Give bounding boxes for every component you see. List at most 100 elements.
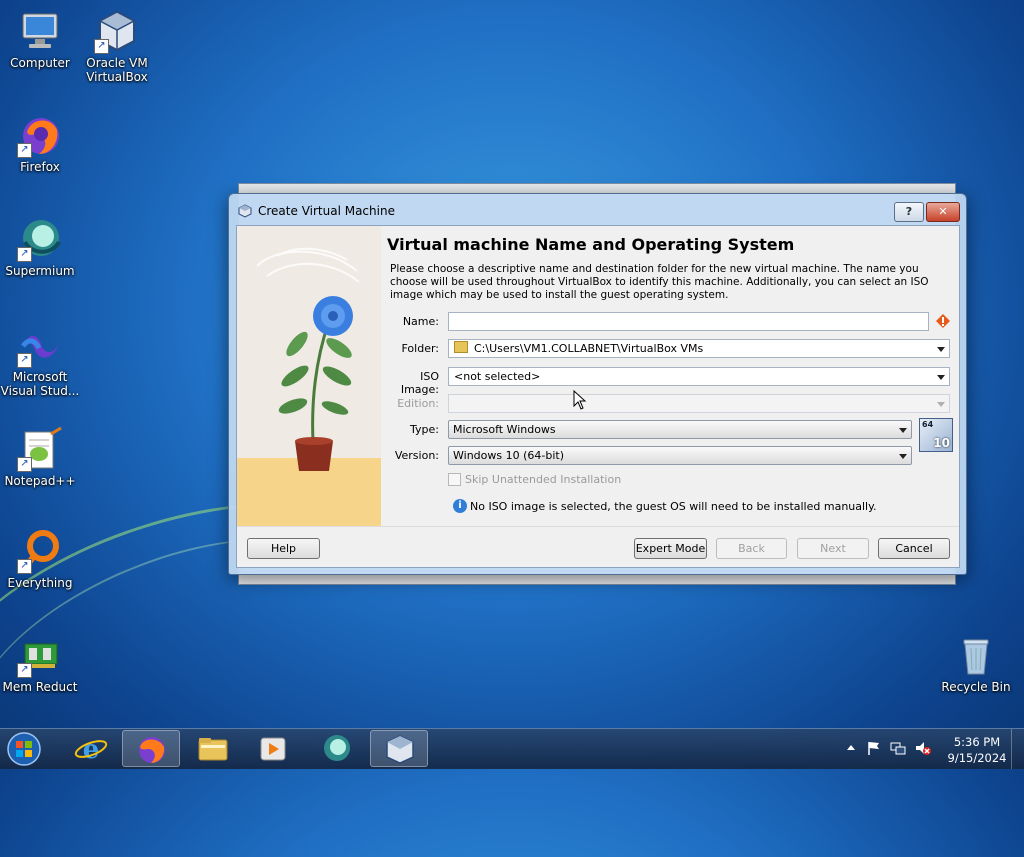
create-vm-dialog: Create Virtual Machine ? ✕ Virtual machi… (228, 193, 967, 575)
shortcut-arrow-icon: ↗ (17, 663, 32, 678)
cancel-button[interactable]: Cancel (878, 538, 950, 559)
chevron-down-icon (899, 428, 907, 433)
iso-value: <not selected> (454, 370, 541, 383)
desktop-icon-label: Mem Reduct (2, 680, 78, 694)
desktop-icon-label: Recycle Bin (941, 680, 1011, 694)
back-button[interactable]: Back (716, 538, 787, 559)
iso-image-combobox[interactable]: <not selected> (448, 367, 950, 386)
desktop-icon-label: Oracle VM VirtualBox (86, 56, 148, 84)
desktop-icon-firefox[interactable]: ↗ Firefox (0, 112, 80, 174)
chevron-down-icon (937, 375, 945, 380)
type-label: Type: (410, 423, 439, 436)
desktop-icon-label: Notepad++ (4, 474, 76, 488)
taskbar: e 5:36 PM 9/15/2024 (0, 728, 1024, 769)
os-badge-bits: 64 (922, 420, 934, 429)
recycle-bin-icon (953, 632, 999, 678)
desktop-icon-mem-reduct[interactable]: ↗ Mem Reduct (0, 632, 80, 694)
shortcut-arrow-icon: ↗ (94, 39, 109, 54)
version-label: Version: (394, 449, 439, 462)
info-message: No ISO image is selected, the guest OS w… (470, 500, 877, 513)
start-button[interactable] (4, 730, 44, 768)
wizard-content: Virtual machine Name and Operating Syste… (387, 226, 959, 526)
version-combobox[interactable]: Windows 10 (64-bit) (448, 446, 912, 465)
desktop-icon-label: Everything (7, 576, 73, 590)
desktop-icon-notepadpp[interactable]: ↗ Notepad++ (0, 426, 80, 488)
skip-unattended-label: Skip Unattended Installation (465, 473, 622, 486)
taskbar-virtualbox[interactable] (370, 730, 428, 767)
edition-combobox[interactable] (448, 394, 950, 413)
type-value: Microsoft Windows (453, 423, 556, 436)
notepadpp-icon: ↗ (17, 426, 63, 472)
desktop-icon-recycle-bin[interactable]: Recycle Bin (936, 632, 1016, 694)
version-value: Windows 10 (64-bit) (453, 449, 564, 462)
svg-text:e: e (83, 735, 100, 765)
supermium-icon (324, 735, 350, 761)
firefox-icon: ↗ (17, 112, 63, 158)
desktop-icon-label: Supermium (5, 264, 75, 278)
visual-studio-icon: ↗ (17, 322, 63, 368)
shortcut-arrow-icon: ↗ (17, 559, 32, 574)
chevron-up-icon[interactable] (846, 743, 856, 753)
windows-10-os-icon: 64 10 (919, 418, 953, 452)
flower-plant-icon (256, 247, 360, 471)
name-input[interactable] (448, 312, 929, 331)
dialog-button-bar: Help Expert Mode Back Next Cancel (237, 526, 959, 568)
help-button[interactable]: Help (247, 538, 320, 559)
type-combobox[interactable]: Microsoft Windows (448, 420, 912, 439)
expert-mode-button[interactable]: Expert Mode (634, 538, 707, 559)
volume-muted-icon[interactable] (914, 740, 932, 756)
system-tray: 5:36 PM 9/15/2024 (842, 729, 1024, 769)
internet-explorer-icon: e (74, 735, 108, 765)
dialog-titlebar[interactable]: Create Virtual Machine ? ✕ (229, 194, 966, 226)
page-heading: Virtual machine Name and Operating Syste… (387, 235, 795, 254)
shortcut-arrow-icon: ↗ (17, 143, 32, 158)
shortcut-arrow-icon: ↗ (17, 247, 32, 262)
desktop-icon-label: Firefox (20, 160, 60, 174)
media-player-icon (260, 737, 286, 761)
firefox-icon (139, 737, 165, 763)
taskbar-internet-explorer[interactable]: e (62, 730, 120, 767)
clock-date: 9/15/2024 (947, 751, 1007, 765)
iso-label: ISO Image: (400, 370, 439, 396)
clock[interactable]: 5:36 PM 9/15/2024 (947, 734, 1007, 766)
edition-label: Edition: (397, 397, 439, 410)
desktop-icon-supermium[interactable]: ↗ Supermium (0, 216, 80, 278)
help-title-button[interactable]: ? (894, 202, 924, 222)
skip-unattended-checkbox[interactable] (448, 473, 461, 486)
action-center-flag-icon[interactable] (866, 740, 882, 756)
warning-icon (936, 314, 950, 328)
taskbar-firefox[interactable] (122, 730, 180, 767)
taskbar-media-player[interactable] (244, 730, 302, 767)
desktop-icon-virtualbox[interactable]: ↗ Oracle VM VirtualBox (77, 8, 157, 84)
memory-chip-icon: ↗ (17, 632, 63, 678)
chevron-down-icon (937, 347, 945, 352)
chevron-down-icon (937, 402, 945, 407)
close-button[interactable]: ✕ (926, 202, 960, 222)
folder-icon (198, 738, 228, 761)
virtualbox-icon: ↗ (94, 8, 140, 54)
show-desktop-button[interactable] (1011, 729, 1024, 769)
name-label: Name: (402, 315, 439, 328)
taskbar-supermium[interactable] (308, 730, 366, 767)
info-icon: i (453, 499, 467, 513)
clock-time: 5:36 PM (953, 735, 1001, 749)
folder-combobox[interactable]: C:\Users\VM1.COLLABNET\VirtualBox VMs (448, 339, 950, 358)
everything-search-icon: ↗ (17, 528, 63, 574)
folder-label: Folder: (401, 342, 439, 355)
shortcut-arrow-icon: ↗ (17, 353, 32, 368)
computer-icon (17, 8, 63, 54)
desktop-icon-everything[interactable]: ↗ Everything (0, 528, 80, 590)
os-badge-version: 10 (933, 436, 950, 450)
dialog-title: Create Virtual Machine (258, 204, 395, 218)
taskbar-file-explorer[interactable] (184, 730, 242, 767)
next-button[interactable]: Next (797, 538, 869, 559)
shortcut-arrow-icon: ↗ (17, 457, 32, 472)
desktop-icon-label: Computer (10, 56, 70, 70)
desktop-icon-visual-studio[interactable]: ↗ Microsoft Visual Stud... (0, 322, 80, 398)
network-icon[interactable] (890, 740, 906, 756)
desktop-icon-computer[interactable]: Computer (0, 8, 80, 70)
virtualbox-icon (386, 735, 414, 764)
folder-icon (454, 341, 468, 353)
supermium-icon: ↗ (17, 216, 63, 262)
windows-start-icon (7, 732, 41, 766)
